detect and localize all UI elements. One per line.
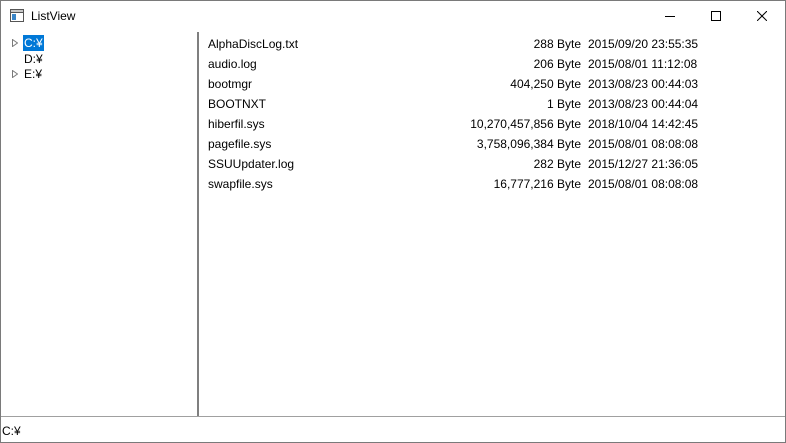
file-name: BOOTNXT <box>208 97 267 111</box>
file-date: 2015/08/01 11:12:08 <box>588 57 698 71</box>
file-date: 2015/08/01 08:08:08 <box>588 177 699 191</box>
tree-item-label[interactable]: D:¥ <box>23 51 44 67</box>
file-name: pagefile.sys <box>208 137 272 151</box>
file-list-view[interactable]: AlphaDiscLog.txt 288 Byte 2015/09/20 23:… <box>199 32 785 416</box>
window-title: ListView <box>31 9 76 23</box>
list-item[interactable]: AlphaDiscLog.txt 288 Byte 2015/09/20 23:… <box>199 34 785 54</box>
status-path-text: C:¥ <box>2 424 21 438</box>
expand-arrow-icon[interactable] <box>12 39 18 47</box>
list-item[interactable]: BOOTNXT 1 Byte 2013/08/23 00:44:04 <box>199 94 785 114</box>
close-icon <box>757 11 767 21</box>
drive-tree-view[interactable]: C:¥ D:¥ E:¥ <box>2 32 197 416</box>
file-date: 2013/08/23 00:44:04 <box>588 97 699 111</box>
file-date: 2015/08/01 08:08:08 <box>588 137 699 151</box>
status-bar: C:¥ <box>1 417 785 442</box>
file-date: 2015/12/27 21:36:05 <box>588 157 699 171</box>
file-size: 16,777,216 Byte <box>493 177 581 191</box>
file-date: 2015/09/20 23:55:35 <box>588 37 699 51</box>
list-item[interactable]: swapfile.sys 16,777,216 Byte 2015/08/01 … <box>199 174 785 194</box>
maximize-icon <box>711 11 721 21</box>
file-size: 404,250 Byte <box>510 77 581 91</box>
list-item[interactable]: bootmgr 404,250 Byte 2013/08/23 00:44:03 <box>199 74 785 94</box>
tree-item-e-drive[interactable]: E:¥ <box>2 66 192 82</box>
file-size: 206 Byte <box>533 57 581 71</box>
tree-item-label[interactable]: C:¥ <box>23 35 44 51</box>
file-name: SSUUpdater.log <box>208 157 295 171</box>
file-date: 2018/10/04 14:42:45 <box>588 117 699 131</box>
minimize-button[interactable] <box>647 1 693 31</box>
window-app-icon <box>10 9 24 22</box>
list-item[interactable]: hiberfil.sys 10,270,457,856 Byte 2018/10… <box>199 114 785 134</box>
tree-item-c-drive[interactable]: C:¥ <box>2 35 192 51</box>
file-name: hiberfil.sys <box>208 117 265 131</box>
tree-item-label[interactable]: E:¥ <box>23 66 43 82</box>
file-size: 10,270,457,856 Byte <box>470 117 581 131</box>
file-date: 2013/08/23 00:44:03 <box>588 77 699 91</box>
minimize-icon <box>665 16 675 17</box>
file-name: bootmgr <box>208 77 253 91</box>
file-name: AlphaDiscLog.txt <box>208 37 299 51</box>
file-name: swapfile.sys <box>208 177 273 191</box>
title-bar[interactable]: ListView <box>1 1 785 31</box>
expand-arrow-icon[interactable] <box>12 70 18 78</box>
file-size: 282 Byte <box>533 157 581 171</box>
main-window: ListView C:¥ D:¥ E:¥ AlphaDiscLog.txt 28… <box>0 0 786 443</box>
list-item[interactable]: audio.log 206 Byte 2015/08/01 11:12:08 <box>199 54 785 74</box>
maximize-button[interactable] <box>693 1 739 31</box>
list-item[interactable]: pagefile.sys 3,758,096,384 Byte 2015/08/… <box>199 134 785 154</box>
close-button[interactable] <box>739 1 785 31</box>
file-size: 3,758,096,384 Byte <box>476 137 581 151</box>
tree-item-d-drive[interactable]: D:¥ <box>2 51 192 67</box>
list-item[interactable]: SSUUpdater.log 282 Byte 2015/12/27 21:36… <box>199 154 785 174</box>
file-name: audio.log <box>208 57 257 71</box>
file-size: 288 Byte <box>533 37 581 51</box>
file-size: 1 Byte <box>546 97 581 111</box>
